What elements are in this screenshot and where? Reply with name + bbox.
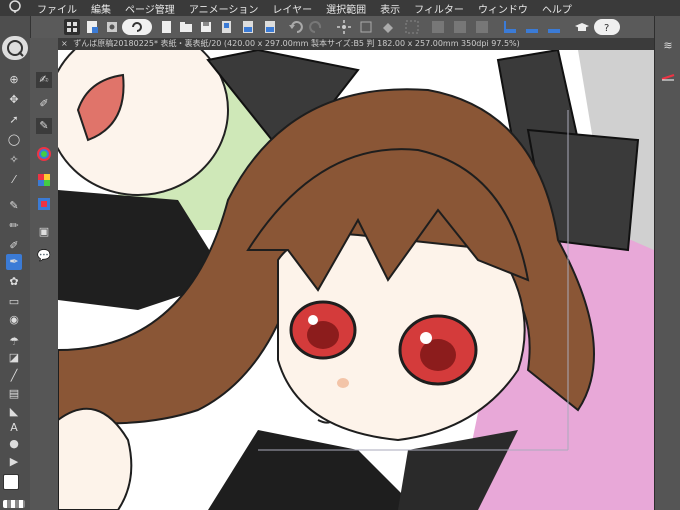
balloon-icon[interactable]: ● <box>6 436 22 452</box>
document-title: ずんば原稿20180225* 表紙・裏表紙/20 (420.00 x 297.0… <box>73 39 520 48</box>
layer-property-icon[interactable]: ▣ <box>36 224 52 240</box>
sub-tool-column: ✍ ✐ ✎ ▣ 💬 <box>30 38 59 510</box>
menu-filter[interactable]: フィルター <box>407 1 471 16</box>
grid-icon[interactable] <box>430 19 446 35</box>
pencil-icon[interactable]: ✏ <box>6 218 22 234</box>
quick-access-icon[interactable] <box>2 36 28 60</box>
logo-icon[interactable] <box>122 19 152 35</box>
eraser-icon[interactable]: ▭ <box>6 294 22 310</box>
export-icon[interactable] <box>240 19 256 35</box>
lasso-icon[interactable]: ◯ <box>6 132 22 148</box>
move-icon[interactable]: ✥ <box>6 92 22 108</box>
layer-panel-icon[interactable]: ≋ <box>660 38 676 54</box>
document-tab[interactable]: × ずんば原稿20180225* 表紙・裏表紙/20 (420.00 x 297… <box>58 38 654 50</box>
menu-help[interactable]: ヘルプ <box>535 1 579 16</box>
menu-window[interactable]: ウィンドウ <box>471 1 535 16</box>
blend-icon[interactable]: ☂ <box>6 334 22 350</box>
grid-3-icon[interactable] <box>474 19 490 35</box>
save-icon[interactable] <box>198 19 214 35</box>
graduation-cap-icon[interactable] <box>574 19 590 35</box>
sub-tool-brush-icon[interactable]: ✐ <box>36 96 52 112</box>
svg-text:?: ? <box>604 23 609 34</box>
navigator-icon[interactable] <box>36 196 52 212</box>
deselect-icon[interactable] <box>404 19 420 35</box>
transform-icon[interactable] <box>358 19 374 35</box>
new-file-icon[interactable] <box>158 19 174 35</box>
color-set-icon[interactable] <box>36 172 52 188</box>
pen-icon[interactable]: ✎ <box>6 198 22 214</box>
menu-view[interactable]: 表示 <box>373 1 407 16</box>
fill-icon[interactable] <box>380 19 396 35</box>
open-folder-icon[interactable] <box>178 19 194 35</box>
menu-edit[interactable]: 編集 <box>84 1 118 16</box>
ruler-2-icon[interactable] <box>524 19 540 35</box>
sparkle-icon[interactable] <box>336 19 352 35</box>
menu-animation[interactable]: アニメーション <box>182 1 266 16</box>
menu-grid-icon[interactable] <box>64 19 80 35</box>
airbrush-icon[interactable]: ✒ <box>6 254 22 270</box>
menu-page[interactable]: ページ管理 <box>118 1 182 16</box>
grid-2-icon[interactable] <box>452 19 468 35</box>
text-icon[interactable]: A <box>6 420 22 436</box>
main-color-swatch[interactable] <box>3 474 19 490</box>
undo-icon[interactable] <box>288 19 304 35</box>
transparent-color-swatch[interactable] <box>3 500 25 508</box>
help-icon[interactable]: ? <box>594 19 620 35</box>
export-2-icon[interactable] <box>262 19 278 35</box>
line-correction-icon[interactable]: ▶ <box>6 454 22 470</box>
menu-bar: ファイル 編集 ページ管理 アニメーション レイヤー 選択範囲 表示 フィルター… <box>0 0 680 16</box>
tablet-app-icon[interactable] <box>0 0 30 17</box>
drawing-canvas[interactable] <box>58 50 654 510</box>
close-tab-icon[interactable]: × <box>58 39 71 48</box>
right-panel-column: ≋ <box>654 16 680 510</box>
ruler-icon[interactable] <box>502 19 518 35</box>
comment-icon[interactable]: 💬 <box>36 248 52 264</box>
sub-tool-pen-icon[interactable]: ✍ <box>36 72 52 88</box>
menu-file[interactable]: ファイル <box>30 1 84 16</box>
command-bar: ? <box>0 16 680 39</box>
operation-icon[interactable]: ➚ <box>6 112 22 128</box>
settings-icon[interactable] <box>104 19 120 35</box>
redo-icon[interactable] <box>308 19 324 35</box>
gradient-icon[interactable]: ◪ <box>6 350 22 366</box>
color-wheel-icon[interactable] <box>36 146 52 162</box>
left-tool-column: ⊕ ✥ ➚ ◯ ✧ ⁄ ✎ ✏ ✐ ✒ ✿ ▭ ◉ ☂ ◪ ╱ ▤ ◣ A ● … <box>0 16 31 510</box>
ruler-3-icon[interactable] <box>546 19 562 35</box>
ruler-tool-icon[interactable]: ◣ <box>6 404 22 420</box>
page-icon[interactable] <box>218 19 234 35</box>
decoration-icon[interactable]: ✿ <box>6 274 22 290</box>
frame-icon[interactable]: ▤ <box>6 386 22 402</box>
zoom-icon[interactable]: ⊕ <box>6 72 22 88</box>
new-document-icon[interactable] <box>84 19 100 35</box>
sub-tool-detail-icon[interactable]: ✎ <box>36 118 52 134</box>
brush-icon[interactable]: ✐ <box>6 238 22 254</box>
menu-selection[interactable]: 選択範囲 <box>319 1 373 16</box>
eyedropper-icon[interactable]: ⁄ <box>6 172 22 188</box>
fill-tool-icon[interactable]: ◉ <box>6 312 22 328</box>
illustration-artwork <box>58 50 654 510</box>
brush-size-icon[interactable] <box>660 66 676 82</box>
figure-icon[interactable]: ╱ <box>6 368 22 384</box>
menu-layer[interactable]: レイヤー <box>265 1 319 16</box>
magic-wand-icon[interactable]: ✧ <box>6 152 22 168</box>
